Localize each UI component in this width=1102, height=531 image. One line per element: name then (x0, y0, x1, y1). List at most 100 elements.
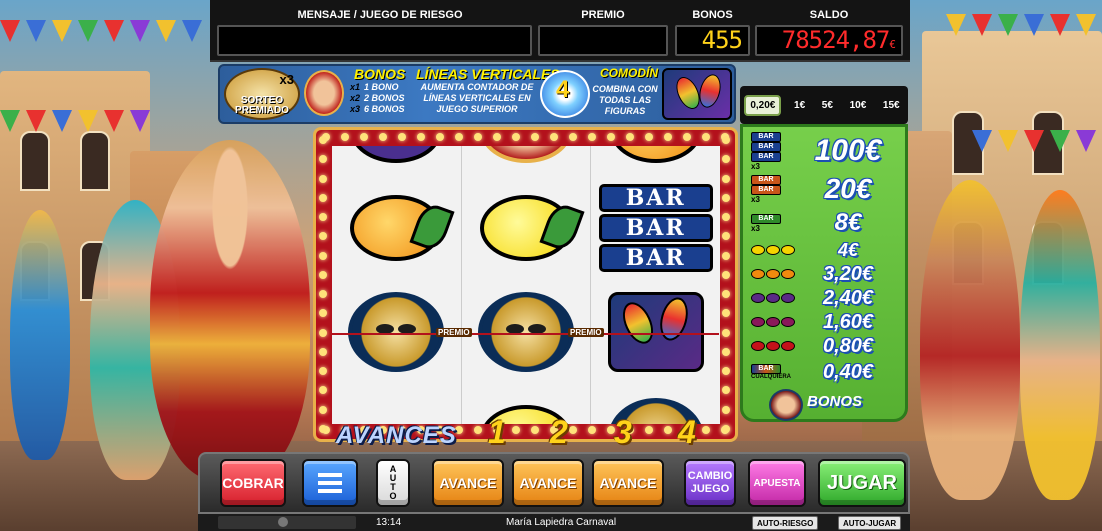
bonos-title: BONOS (354, 66, 406, 82)
plum-x3-icon (751, 317, 797, 327)
avance-number-3: 3 (614, 414, 632, 450)
apuesta-button[interactable]: APUESTA (748, 459, 806, 507)
premio-display (538, 25, 668, 56)
bar-label-1: BAR (598, 184, 713, 212)
pay-row-cherry: 0,80€ (751, 335, 899, 357)
game-name: María Lapiedra Carnaval (506, 517, 617, 528)
bet-option-15[interactable]: 15€ (879, 97, 904, 114)
sorteo-mult: x3 (279, 72, 294, 87)
symbol-face-partial (462, 146, 591, 176)
any-bar-label: CUALQUIERA (751, 374, 791, 380)
dancer-right-woman (1020, 190, 1100, 500)
bonos-mult-1: x1 (350, 82, 361, 92)
triple-bar-icon: BAR BAR BAR x3 (751, 131, 797, 171)
symbol-lemon (462, 182, 591, 274)
dancer-left-far (10, 210, 70, 460)
saldo-value: 78524,87 (781, 26, 891, 54)
bonos-avatar-icon (769, 389, 803, 421)
auto-riesgo-button[interactable]: AUTO-RIESGO (752, 516, 819, 530)
symbol-lemon-partial (332, 146, 461, 176)
sorteo-text: SORTEO PREMIADO (235, 95, 289, 116)
avances-label: AVANCES (336, 422, 457, 449)
cobrar-button[interactable]: COBRAR (220, 459, 286, 507)
sorteo-badge: x3 SORTEO PREMIADO (224, 68, 300, 120)
avance-button-1[interactable]: AVANCE (432, 459, 504, 507)
avance-number-2: 2 (550, 414, 568, 450)
avance-button-3[interactable]: AVANCE (592, 459, 664, 507)
avance-number-1: 1 (488, 414, 506, 450)
bunting-left-lower (0, 110, 156, 140)
menu-button[interactable] (302, 459, 358, 507)
bunting-right-lower (972, 130, 1102, 160)
double-bar-icon: BAR BAR x3 (751, 174, 797, 204)
bet-option-1[interactable]: 1€ (790, 97, 809, 114)
auto-jugar-button[interactable]: AUTO-JUGAR (838, 516, 902, 530)
symbol-triple-bar: BAR BAR BAR (591, 182, 720, 274)
saldo-label: SALDO (809, 9, 849, 21)
volume-knob-icon[interactable] (278, 517, 288, 527)
paytable-bonos-label: BONOS (807, 393, 863, 410)
single-bar-icon: BAR x3 (751, 213, 797, 233)
pay-value-grapes: 2,40€ (822, 286, 874, 309)
pay-row-double-bar: BAR BAR x3 20€ (751, 173, 899, 205)
comodin-text: COMBINA CON TODAS LAS FIGURAS (592, 84, 658, 116)
jugar-button[interactable]: JUGAR (818, 459, 906, 507)
comodin-title: COMODÍN (600, 66, 658, 80)
pay-row-plum: 1,60€ (751, 311, 899, 333)
lineas-badge: 4 (556, 76, 570, 103)
pay-row-triple-bar: BAR BAR BAR x3 100€ (751, 131, 899, 171)
pay-value-orange: 3,20€ (822, 262, 874, 285)
avance-button-2[interactable]: AVANCE (512, 459, 584, 507)
avances-strip: AVANCES 1 2 3 4 (336, 414, 736, 452)
bet-option-10[interactable]: 10€ (846, 97, 871, 114)
pay-value-plum: 1,60€ (822, 310, 874, 333)
rocket-icon: 4 (540, 70, 590, 118)
pay-value-single-bar: 8€ (834, 209, 862, 236)
cambio-juego-button[interactable]: CAMBIO JUEGO (684, 459, 736, 507)
bonos-value: 455 (701, 26, 743, 54)
maracas-icon (662, 68, 732, 120)
pay-row-orange: 3,20€ (751, 263, 899, 285)
main-dancer-woman (150, 140, 310, 480)
win-line (332, 333, 719, 335)
volume-slider[interactable] (218, 516, 356, 529)
status-bar: 13:14 María Lapiedra Carnaval AUTO-RIESG… (198, 514, 910, 531)
reel-frame: BAR BAR BAR PREMIO PREMIO (313, 127, 738, 442)
bunting-left (0, 20, 208, 50)
premio-label: PREMIO (581, 9, 625, 21)
bonos-mult-3: x3 (350, 104, 361, 114)
bonos-line-3: 6 BONOS (364, 104, 405, 114)
bonos-line-1: 1 BONO (364, 82, 399, 92)
paytable: 0,20€ 1€ 5€ 10€ 15€ BAR BAR BAR x3 100€ … (740, 70, 908, 422)
any-bar-icon: BAR CUALQUIERA (751, 364, 791, 380)
pay-value-any-bar: 0,40€ (822, 360, 874, 383)
symbol-orange (332, 182, 461, 274)
bet-option-5[interactable]: 5€ (818, 97, 837, 114)
lemon-x3-icon (751, 245, 797, 255)
bonos-portrait-icon (304, 70, 344, 116)
control-panel: COBRAR AUTO AVANCE AVANCE AVANCE CAMBIO … (198, 452, 910, 514)
saldo-currency: € (889, 38, 896, 51)
symbol-orange-partial (591, 146, 720, 176)
bar-label-2: BAR (598, 214, 713, 242)
pay-row-any-bar: BAR CUALQUIERA 0,40€ (751, 359, 899, 385)
bet-selector: 0,20€ 1€ 5€ 10€ 15€ (740, 86, 908, 124)
saldo-display: 78524,87€ (755, 25, 903, 56)
pay-row-lemon: 4€ (751, 239, 899, 261)
marquee-lights-top (322, 133, 729, 143)
reel-1: BAR (332, 146, 462, 424)
paytable-panel: BAR BAR BAR x3 100€ BAR BAR x3 20€ BAR x… (740, 124, 908, 422)
reel-2 (462, 146, 592, 424)
auto-button[interactable]: AUTO (376, 459, 410, 507)
bet-option-0-20[interactable]: 0,20€ (744, 94, 782, 116)
clock-time: 13:14 (376, 517, 402, 528)
premio-tag-2: PREMIO (568, 328, 604, 337)
pay-value-double-bar: 20€ (824, 173, 872, 204)
grapes-x3-icon (751, 293, 797, 303)
pay-value-lemon: 4€ (837, 239, 859, 260)
cherry-x3-icon (751, 341, 797, 351)
top-display-panel: MENSAJE / JUEGO DE RIESGO PREMIO BONOS S… (210, 0, 910, 62)
bonos-display: 455 (675, 25, 750, 56)
menu-icon (318, 473, 342, 493)
pay-value-cherry: 0,80€ (822, 334, 874, 357)
